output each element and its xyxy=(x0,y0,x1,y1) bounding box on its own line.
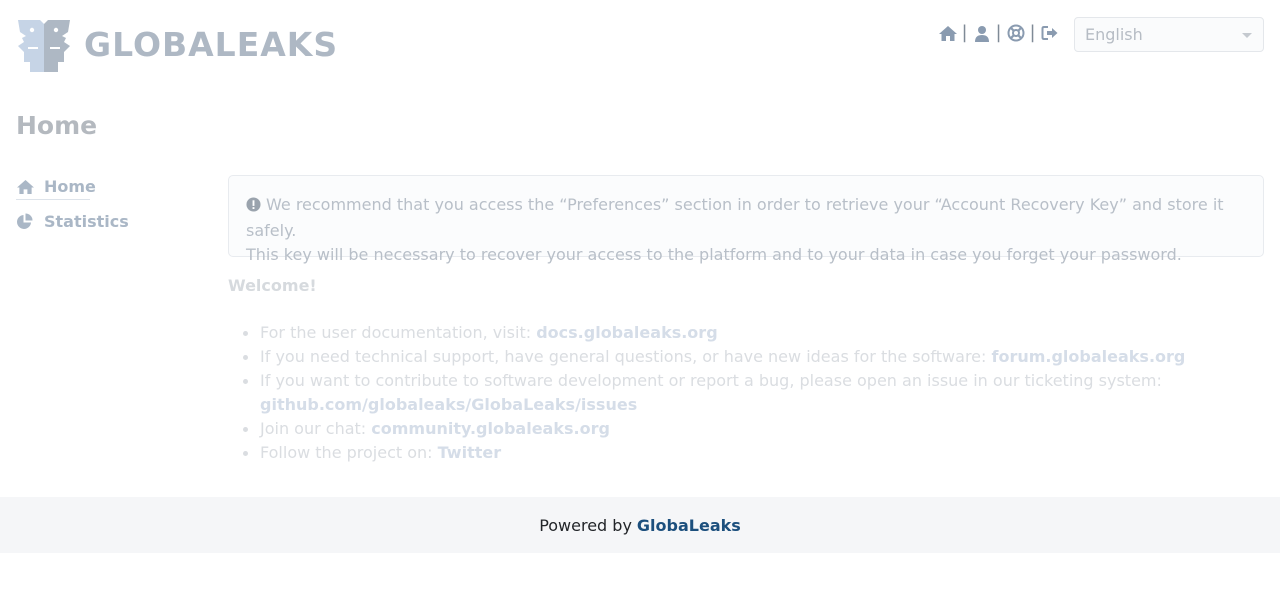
list-item: If you want to contribute to software de… xyxy=(228,369,1228,417)
docs-link[interactable]: docs.globaleaks.org xyxy=(536,323,717,342)
list-item-text: If you want to contribute to software de… xyxy=(260,371,1162,390)
nav-separator: | xyxy=(961,22,968,43)
footer: Powered by GlobaLeaks xyxy=(0,497,1280,553)
alert-text-line1: We recommend that you access the “Prefer… xyxy=(246,195,1224,240)
sidebar-item-label: Statistics xyxy=(44,211,129,231)
footer-text: Powered by xyxy=(539,515,632,535)
logout-icon[interactable] xyxy=(1039,22,1060,44)
welcome-heading: Welcome! xyxy=(228,276,317,295)
list-item: If you need technical support, have gene… xyxy=(228,345,1228,369)
github-issues-link[interactable]: github.com/globaleaks/GlobaLeaks/issues xyxy=(260,395,637,414)
logo[interactable]: GLOBALEAKS xyxy=(16,16,338,72)
list-item: Follow the project on: Twitter xyxy=(228,441,1228,465)
list-item: For the user documentation, visit: docs.… xyxy=(228,321,1228,345)
footer-globaleaks-link[interactable]: GlobaLeaks xyxy=(637,516,741,535)
forum-link[interactable]: forum.globaleaks.org xyxy=(991,347,1185,366)
recovery-key-alert: We recommend that you access the “Prefer… xyxy=(228,175,1264,264)
list-item-text: If you need technical support, have gene… xyxy=(260,347,992,366)
language-select[interactable]: English xyxy=(1074,17,1264,52)
lifebuoy-icon[interactable] xyxy=(1005,22,1026,44)
list-item-text: Join our chat: xyxy=(260,419,372,438)
user-icon[interactable] xyxy=(971,22,992,44)
language-selected: English xyxy=(1085,25,1143,44)
sidebar-item-home[interactable]: Home xyxy=(16,176,96,200)
list-item-text: Follow the project on: xyxy=(260,443,438,462)
top-navigation: | | | xyxy=(937,22,1060,44)
alert-text-line2: This key will be necessary to recover yo… xyxy=(246,245,1182,264)
home-icon xyxy=(16,178,35,196)
welcome-list: For the user documentation, visit: docs.… xyxy=(228,321,1228,465)
home-icon[interactable] xyxy=(937,22,958,44)
chevron-down-icon xyxy=(1242,33,1252,38)
sidebar-item-statistics[interactable]: Statistics xyxy=(16,209,129,233)
community-link[interactable]: community.globaleaks.org xyxy=(371,419,610,438)
nav-separator: | xyxy=(1029,22,1036,43)
exclamation-circle-icon xyxy=(246,195,261,219)
page-title: Home xyxy=(16,111,98,140)
nav-separator: | xyxy=(995,22,1002,43)
sidebar-item-label: Home xyxy=(44,177,96,196)
sidebar: Home Statistics xyxy=(16,176,129,242)
list-item: Join our chat: community.globaleaks.org xyxy=(228,417,1228,441)
two-faces-logo-icon xyxy=(18,20,70,72)
twitter-link[interactable]: Twitter xyxy=(438,443,501,462)
pie-chart-icon xyxy=(16,212,35,230)
logo-text: GLOBALEAKS xyxy=(84,24,339,64)
list-item-text: For the user documentation, visit: xyxy=(260,323,537,342)
